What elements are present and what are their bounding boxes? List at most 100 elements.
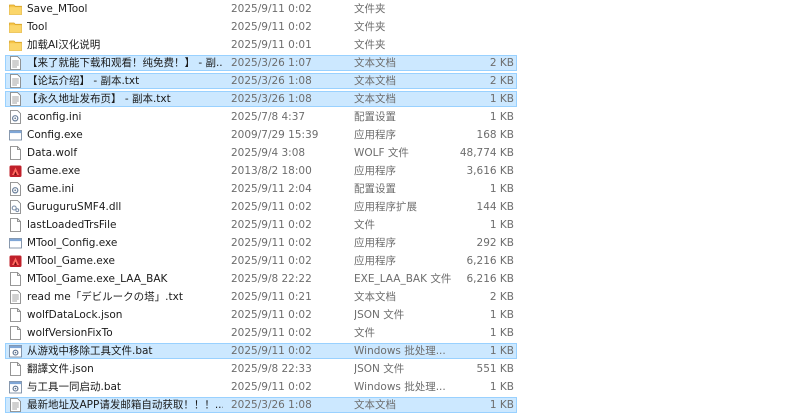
file-row[interactable]: Data.wolf 2025/9/4 3:08 WOLF 文件 48,774 KB	[0, 144, 800, 162]
file-date: 2025/9/11 0:02	[231, 201, 312, 213]
file-name: 【来了就能下载和观看！纯免费！】 - 副...	[27, 57, 223, 69]
file-date: 2025/9/11 0:02	[231, 219, 312, 231]
file-row[interactable]: 【论坛介绍】 - 副本.txt 2025/3/26 1:08 文本文档 2 KB	[0, 72, 800, 90]
file-row[interactable]: Config.exe 2009/7/29 15:39 应用程序 168 KB	[0, 126, 800, 144]
settings-file-icon	[9, 182, 22, 196]
file-list: Save_MTool 2025/9/11 0:02 文件夹 Tool 2025/9/1…	[0, 0, 800, 414]
file-row[interactable]: MTool_Config.exe 2025/9/11 0:02 应用程序 292 KB	[0, 234, 800, 252]
file-name: aconfig.ini	[27, 111, 82, 123]
file-name: Save_MTool	[27, 3, 88, 15]
file-name: 翻譯文件.json	[27, 363, 94, 375]
red-game-icon	[9, 164, 22, 178]
file-row[interactable]: 加载AI汉化说明 2025/9/11 0:01 文件夹	[0, 36, 800, 54]
batch-file-icon	[9, 344, 22, 358]
file-row[interactable]: aconfig.ini 2025/7/8 4:37 配置设置 1 KB	[0, 108, 800, 126]
file-name: Game.ini	[27, 183, 75, 195]
file-size: 1 KB	[489, 327, 514, 339]
file-size: 1 KB	[489, 399, 514, 411]
dll-file-icon	[9, 200, 22, 214]
file-name: 与工具一同启动.bat	[27, 381, 122, 393]
file-name: wolfVersionFixTo	[27, 327, 113, 339]
file-row[interactable]: 【来了就能下载和观看！纯免费！】 - 副... 2025/3/26 1:07 文本文…	[0, 54, 800, 72]
blank-file-icon	[9, 146, 22, 160]
file-row[interactable]: 翻譯文件.json 2025/9/8 22:33 JSON 文件 551 KB	[0, 360, 800, 378]
file-row[interactable]: 【永久地址发布页】 - 副本.txt 2025/3/26 1:08 文本文档 1 KB	[0, 90, 800, 108]
file-date: 2025/9/4 3:08	[231, 147, 306, 159]
file-name: 【永久地址发布页】 - 副本.txt	[27, 93, 171, 105]
blank-file-icon	[9, 362, 22, 376]
file-size: 1 KB	[489, 183, 514, 195]
file-date: 2009/7/29 15:39	[231, 129, 319, 141]
text-file-icon	[9, 290, 22, 304]
text-file-icon	[9, 74, 22, 88]
file-name: 最新地址及APP请发邮箱自动获取！！！...	[27, 399, 223, 411]
file-date: 2025/9/8 22:33	[231, 363, 312, 375]
file-row[interactable]: Save_MTool 2025/9/11 0:02 文件夹	[0, 0, 800, 18]
file-date: 2025/9/11 0:21	[231, 291, 312, 303]
file-type: 文件夹	[354, 39, 386, 51]
file-row[interactable]: Game.exe 2013/8/2 18:00 应用程序 3,616 KB	[0, 162, 800, 180]
file-date: 2025/7/8 4:37	[231, 111, 306, 123]
folder-icon	[9, 38, 22, 52]
file-date: 2025/3/26 1:08	[231, 399, 312, 411]
file-name: wolfDataLock.json	[27, 309, 123, 321]
file-date: 2025/9/11 2:04	[231, 183, 312, 195]
blank-file-icon	[9, 326, 22, 340]
file-date: 2025/9/11 0:02	[231, 237, 312, 249]
file-row[interactable]: read me「デビルークの塔」.txt 2025/9/11 0:21 文本文档 2 …	[0, 288, 800, 306]
file-row[interactable]: 从游戏中移除工具文件.bat 2025/9/11 0:02 Windows 批处理.…	[0, 342, 800, 360]
file-row[interactable]: MTool_Game.exe 2025/9/11 0:02 应用程序 6,216 KB	[0, 252, 800, 270]
file-date: 2025/9/11 0:02	[231, 327, 312, 339]
file-type: 文件夹	[354, 21, 386, 33]
file-name: Data.wolf	[27, 147, 78, 159]
file-type: 文件夹	[354, 3, 386, 15]
file-date: 2025/9/11 0:02	[231, 255, 312, 267]
blank-file-icon	[9, 308, 22, 322]
file-row[interactable]: 与工具一同启动.bat 2025/9/11 0:02 Windows 批处理... 1…	[0, 378, 800, 396]
file-date: 2025/9/11 0:02	[231, 21, 312, 33]
file-name: Config.exe	[27, 129, 83, 141]
file-size: 48,774 KB	[459, 147, 514, 159]
file-size: 292 KB	[476, 237, 514, 249]
file-name: MTool_Game.exe_LAA_BAK	[27, 273, 168, 285]
folder-icon	[9, 20, 22, 34]
file-size: 551 KB	[476, 363, 514, 375]
file-size: 1 KB	[489, 345, 514, 357]
settings-file-icon	[9, 110, 22, 124]
file-name: Tool	[27, 21, 48, 33]
file-date: 2013/8/2 18:00	[231, 165, 312, 177]
file-row[interactable]: 最新地址及APP请发邮箱自动获取！！！... 2025/3/26 1:08 文本文档…	[0, 396, 800, 414]
text-file-icon	[9, 56, 22, 70]
file-name: MTool_Config.exe	[27, 237, 118, 249]
file-date: 2025/9/8 22:22	[231, 273, 312, 285]
file-size: 1 KB	[489, 111, 514, 123]
file-date: 2025/3/26 1:08	[231, 93, 312, 105]
file-date: 2025/9/11 0:02	[231, 309, 312, 321]
file-date: 2025/9/11 0:01	[231, 39, 312, 51]
file-name: 加载AI汉化说明	[27, 39, 101, 51]
file-size: 2 KB	[489, 75, 514, 87]
file-row[interactable]: wolfDataLock.json 2025/9/11 0:02 JSON 文件 1 …	[0, 306, 800, 324]
file-size: 6,216 KB	[466, 255, 515, 267]
file-size: 1 KB	[489, 93, 514, 105]
file-row[interactable]: Tool 2025/9/11 0:02 文件夹	[0, 18, 800, 36]
file-name: 【论坛介绍】 - 副本.txt	[27, 75, 140, 87]
file-name: lastLoadedTrsFile	[27, 219, 117, 231]
file-row[interactable]: MTool_Game.exe_LAA_BAK 2025/9/8 22:22 EXE_…	[0, 270, 800, 288]
red-game-icon	[9, 254, 22, 268]
file-row[interactable]: wolfVersionFixTo 2025/9/11 0:02 文件 1 KB	[0, 324, 800, 342]
file-date: 2025/3/26 1:07	[231, 57, 312, 69]
file-name: read me「デビルークの塔」.txt	[27, 291, 183, 303]
file-row[interactable]: Game.ini 2025/9/11 2:04 配置设置 1 KB	[0, 180, 800, 198]
folder-icon	[9, 2, 22, 16]
file-row[interactable]: lastLoadedTrsFile 2025/9/11 0:02 文件 1 KB	[0, 216, 800, 234]
file-name: GuruguruSMF4.dll	[27, 201, 122, 213]
file-size: 1 KB	[489, 309, 514, 321]
file-size: 168 KB	[476, 129, 514, 141]
text-file-icon	[9, 398, 22, 412]
batch-file-icon	[9, 380, 22, 394]
file-date: 2025/9/11 0:02	[231, 3, 312, 15]
text-file-icon	[9, 92, 22, 106]
file-row[interactable]: GuruguruSMF4.dll 2025/9/11 0:02 应用程序扩展 144 …	[0, 198, 800, 216]
file-name: MTool_Game.exe	[27, 255, 115, 267]
